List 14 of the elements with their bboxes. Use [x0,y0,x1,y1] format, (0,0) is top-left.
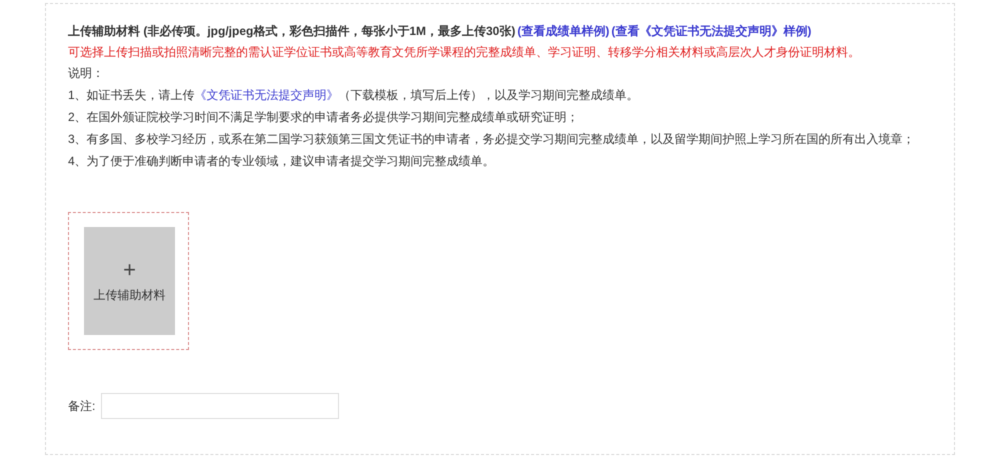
instruction-text: 1、如证书丢失，请上传 [68,88,195,102]
instruction-item: 2、在国外颁证院校学习时间不满足学制要求的申请者务必提供学习期间完整成绩单或研究证明； [68,109,580,126]
instruction-item: 3、有多国、多校学习经历，或系在第二国学习获颁第三国文凭证书的申请者，务必提交学习期间完整成绩单，以及留学期间护照上学习所在国的所有出入境章； [68,131,916,148]
remark-field[interactable] [101,393,340,419]
notice-text: 可选择上传扫描或拍照清晰完整的需认证学位证书或高等教育文凭所学课程的完整成绩单、学习证明、转移学分相关材料或高层次人才身份证明材料。 [68,44,861,61]
instruction-text: （下载模板，填写后上传），以及学习期间完整成绩单。 [338,88,639,102]
upload-button[interactable]: + 上传辅助材料 [84,227,175,335]
sample-link[interactable]: (查看《文凭证书无法提交声明》样例) [611,24,812,38]
sample-link[interactable]: (查看成绩单样例) [517,24,610,38]
upload-title: 上传辅助材料 (非必传项。jpg/jpeg格式，彩色扫描件，每张小于1M，最多上传30张) [68,24,516,38]
instructions-heading: 说明： [68,65,105,82]
declaration-link[interactable]: 《文凭证书无法提交声明》 [194,88,339,102]
instruction-item: 4、为了便于准确判断申请者的专业领域，建议申请者提交学习期间完整成绩单。 [68,153,496,170]
remark-label: 备注: [68,398,96,414]
